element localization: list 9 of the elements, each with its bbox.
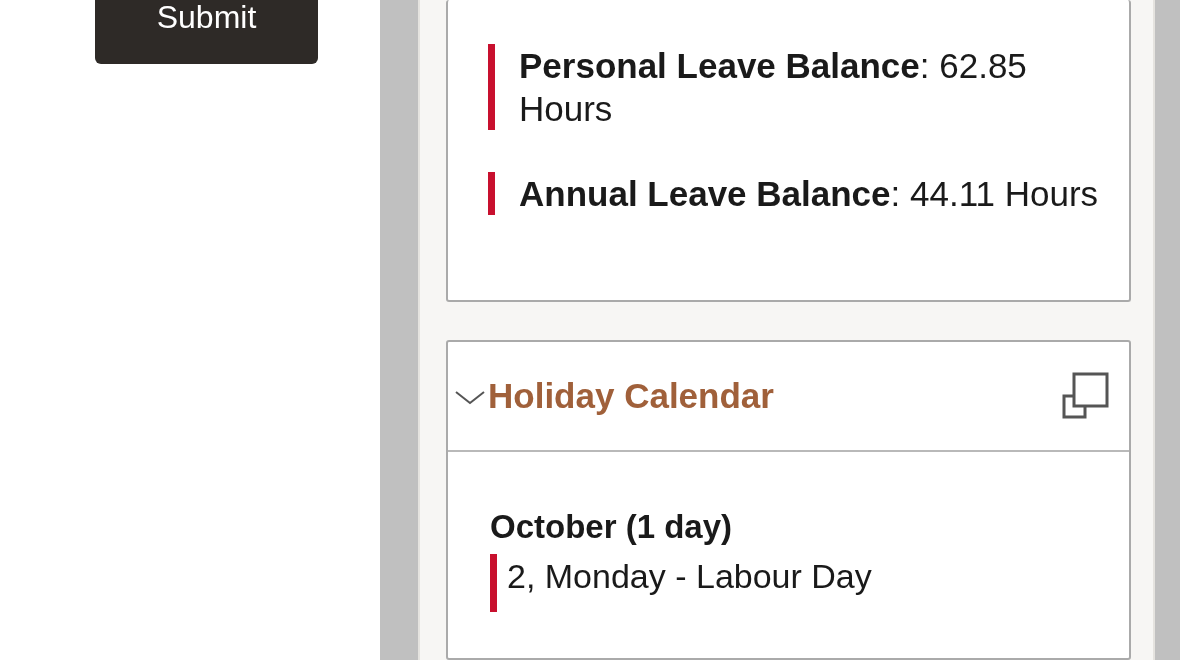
submit-button[interactable]: Submit	[95, 0, 318, 64]
balance-text: Annual Leave Balance: 44.11 Hours	[519, 173, 1099, 215]
month-heading: October (1 day)	[490, 508, 734, 546]
expand-icon[interactable]	[1061, 372, 1111, 420]
holiday-text: 2, Monday - Labour Day	[507, 556, 872, 597]
accent-bar	[488, 172, 495, 215]
balance-text: Personal Leave Balance: 62.85 Hours	[519, 45, 1028, 130]
accent-bar	[490, 554, 497, 612]
panel-title: Holiday Calendar	[488, 376, 775, 416]
